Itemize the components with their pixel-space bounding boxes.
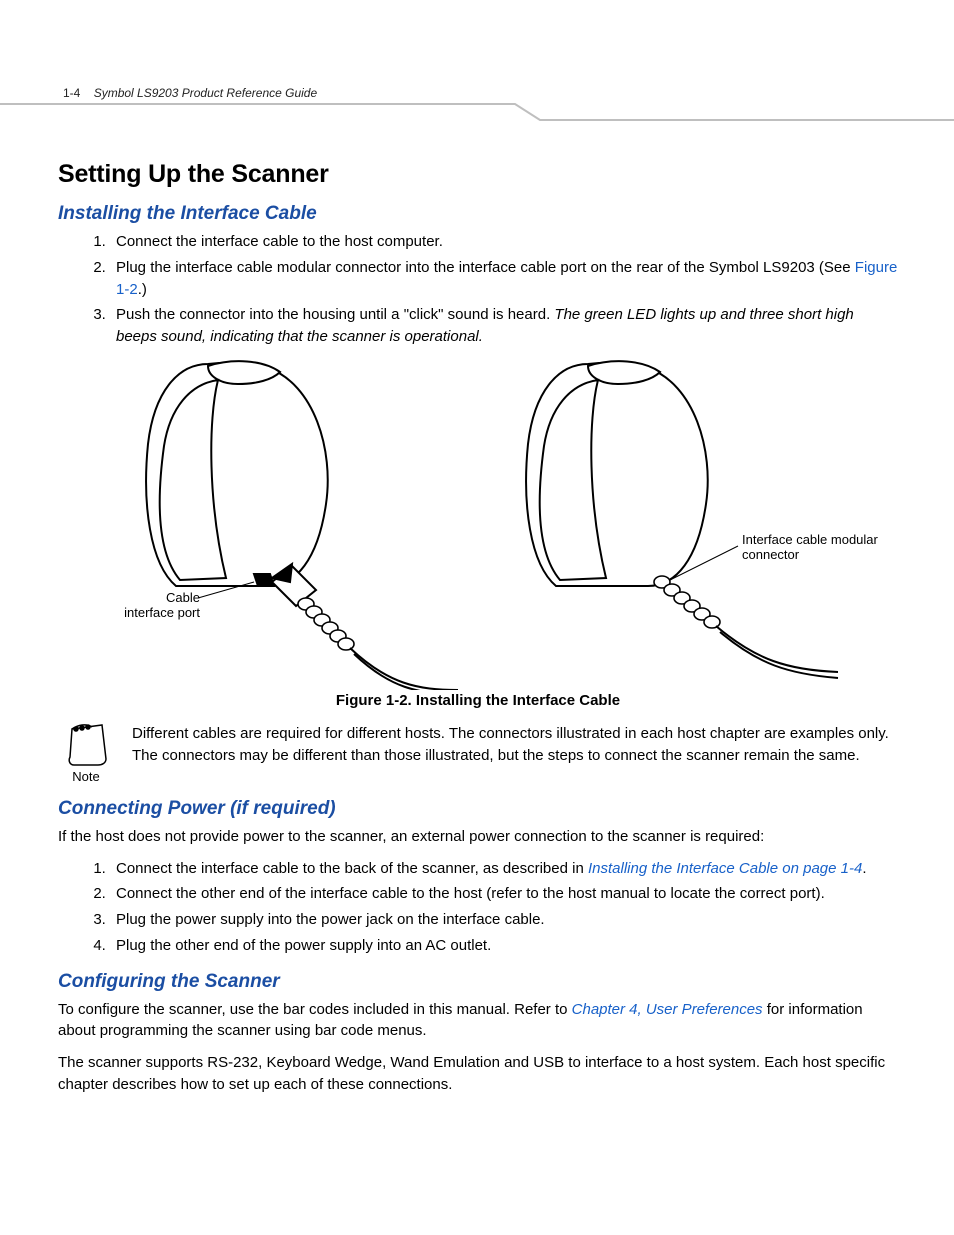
step-text: Connect the interface cable to the back … [116, 860, 588, 877]
cross-ref-link[interactable]: Installing the Interface Cable on page 1… [588, 860, 862, 877]
doc-title: Symbol LS9203 Product Reference Guide [94, 86, 317, 100]
figure-callout-right: Interface cable modular connector [742, 532, 892, 563]
note-icon: Note [58, 723, 114, 784]
power-steps: Connect the interface cable to the back … [110, 858, 898, 957]
step-text: .) [138, 281, 147, 298]
note-label: Note [58, 769, 114, 784]
subsection-install-title: Installing the Interface Cable [58, 203, 898, 225]
p-text: To configure the scanner, use the bar co… [58, 1001, 572, 1018]
power-intro: If the host does not provide power to th… [58, 826, 898, 848]
power-step-4: Plug the other end of the power supply i… [110, 935, 898, 957]
step-text: Plug the interface cable modular connect… [116, 259, 855, 276]
subsection-power-title: Connecting Power (if required) [58, 798, 898, 820]
step-text: Push the connector into the housing unti… [116, 306, 554, 323]
install-step-3: Push the connector into the housing unti… [110, 304, 898, 348]
config-p1: To configure the scanner, use the bar co… [58, 999, 898, 1043]
page-content: Setting Up the Scanner Installing the In… [58, 160, 898, 1106]
install-step-2: Plug the interface cable modular connect… [110, 257, 898, 301]
figure-1-2: Cable interface port Interface cable mod… [58, 354, 898, 690]
figure-callout-left: Cable interface port [114, 590, 200, 621]
config-p2: The scanner supports RS-232, Keyboard We… [58, 1052, 898, 1096]
page-number: 1-4 [63, 86, 80, 100]
install-step-1: Connect the interface cable to the host … [110, 231, 898, 253]
header-rule [0, 102, 954, 122]
figure-caption: Figure 1-2. Installing the Interface Cab… [58, 692, 898, 709]
power-step-1: Connect the interface cable to the back … [110, 858, 898, 880]
subsection-config-title: Configuring the Scanner [58, 971, 898, 993]
install-steps: Connect the interface cable to the host … [110, 231, 898, 348]
note-text: Different cables are required for differ… [132, 723, 898, 767]
note-block: Note Different cables are required for d… [58, 723, 898, 784]
running-header: 1-4 Symbol LS9203 Product Reference Guid… [63, 86, 317, 100]
section-title: Setting Up the Scanner [58, 160, 898, 189]
step-text: . [862, 860, 866, 877]
power-step-3: Plug the power supply into the power jac… [110, 909, 898, 931]
power-step-2: Connect the other end of the interface c… [110, 883, 898, 905]
chapter-link[interactable]: Chapter 4, User Preferences [572, 1001, 763, 1018]
